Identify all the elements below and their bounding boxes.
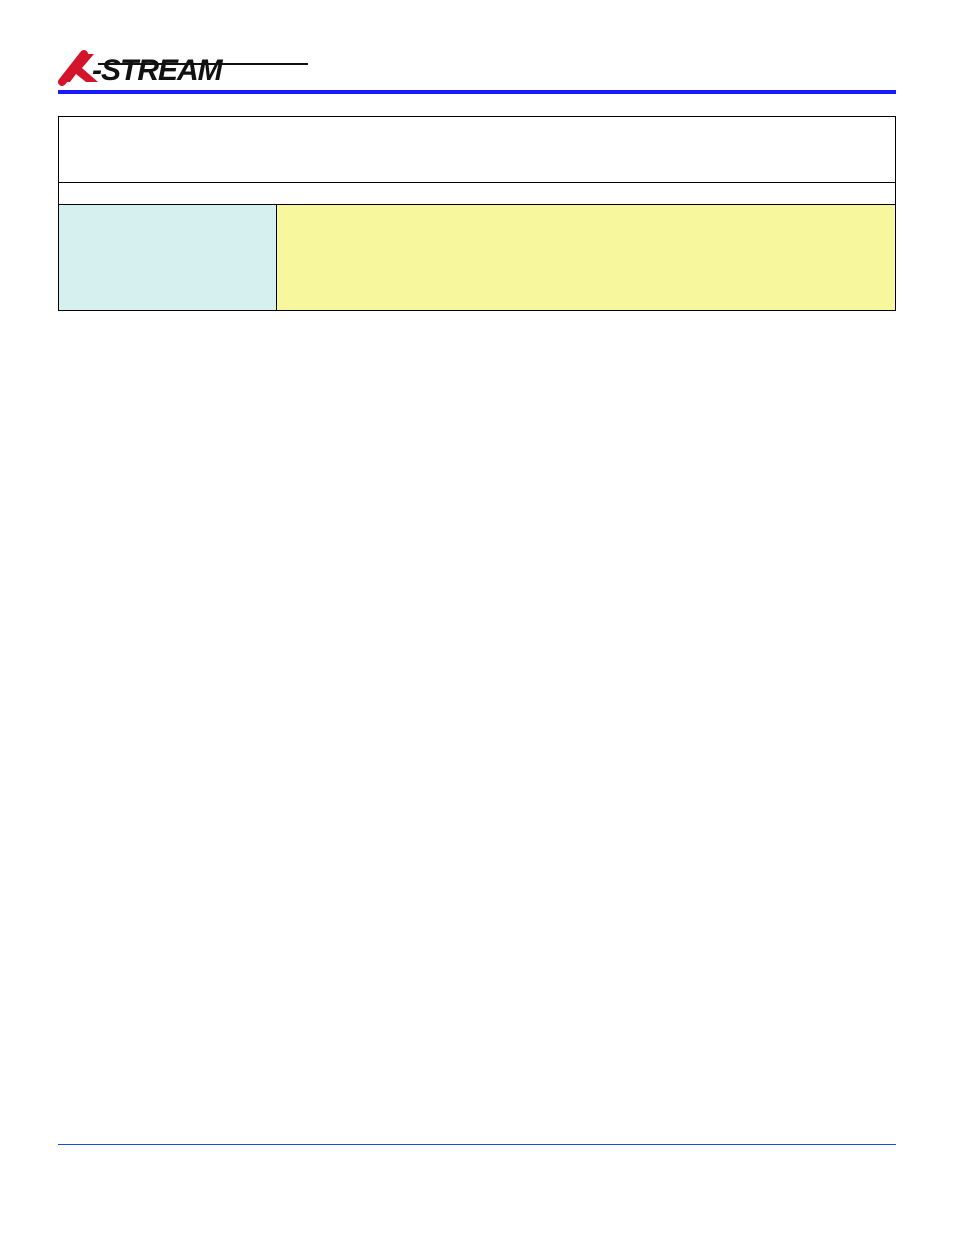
table-cell-subheader [59, 183, 896, 205]
table-cell-header [59, 117, 896, 183]
table-cell-right [277, 205, 896, 311]
header-logo-row: -STREAM [58, 48, 896, 94]
svg-text:-STREAM: -STREAM [92, 54, 224, 87]
xstream-logo: -STREAM [58, 48, 318, 88]
table-cell-left [59, 205, 277, 311]
content-table [58, 116, 896, 311]
table-row [59, 205, 896, 311]
table-row [59, 183, 896, 205]
footer-divider [58, 1144, 896, 1145]
content-table-wrap [58, 116, 896, 311]
table-row [59, 117, 896, 183]
